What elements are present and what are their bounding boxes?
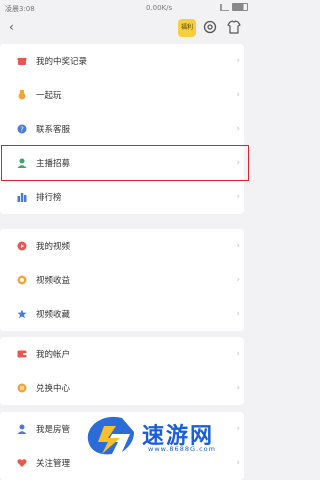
signal-icon xyxy=(220,3,229,11)
menu-item-label: 我的中奖记录 xyxy=(36,57,88,67)
welfare-badge-text: 福利 xyxy=(180,24,193,31)
menu-item-label: 视频收益 xyxy=(36,276,71,286)
chevron-right-icon: › xyxy=(236,309,240,319)
menu-item-label: 联系客服 xyxy=(36,125,71,135)
star-icon xyxy=(17,309,27,319)
menu-item-label: 我是房管 xyxy=(36,425,71,435)
menu-item-label: 视频收藏 xyxy=(36,310,71,320)
chevron-right-icon: › xyxy=(236,275,240,285)
watermark-url: www.8688G.com xyxy=(148,445,216,453)
watermark-logo-icon xyxy=(87,416,134,455)
svg-text:?: ? xyxy=(20,126,24,134)
status-time: 凌晨3:08 xyxy=(5,5,35,13)
menu-item-label: 主播招募 xyxy=(36,159,71,169)
medal-icon xyxy=(18,90,26,100)
menu-item-label: 关注管理 xyxy=(36,459,71,469)
chevron-right-icon: › xyxy=(236,124,240,134)
gift-icon xyxy=(17,58,27,65)
menu-item-win-records[interactable]: 我的中奖记录 › xyxy=(0,44,244,78)
user-icon xyxy=(17,158,27,168)
chevron-right-icon: › xyxy=(236,90,240,100)
menu-item-exchange-center[interactable]: 兑换中心 › xyxy=(0,371,244,405)
bar-chart-icon xyxy=(17,193,27,202)
menu-item-customer-service[interactable]: ? 联系客服 › xyxy=(0,112,244,146)
menu-item-label: 排行榜 xyxy=(36,193,62,203)
exchange-icon xyxy=(17,383,27,393)
chevron-right-icon: › xyxy=(236,158,240,168)
welfare-badge-icon[interactable]: 福利 xyxy=(178,19,196,37)
menu-item-streamer-recruit[interactable]: 主播招募 › xyxy=(0,146,244,180)
chevron-right-icon: › xyxy=(236,349,240,359)
section-videos: 我的视频 › 视频收益 › 视频收藏 › xyxy=(0,229,244,331)
back-icon[interactable]: ‹ xyxy=(9,20,14,34)
play-icon xyxy=(17,241,27,251)
wallet-icon xyxy=(17,350,27,358)
network-speed: 0.00K/s xyxy=(146,4,173,12)
status-icons xyxy=(220,3,248,11)
section-records: 我的中奖记录 › 一起玩 › ? 联系客服 › xyxy=(0,44,244,146)
shirt-icon[interactable] xyxy=(226,19,242,35)
menu-item-my-account[interactable]: 我的帐户 › xyxy=(0,337,244,371)
menu-item-label: 兑换中心 xyxy=(36,384,71,394)
menu-item-video-favorites[interactable]: 视频收藏 › xyxy=(0,297,244,331)
menu-item-label: 我的帐户 xyxy=(36,350,71,360)
top-bar: ‹ 福利 xyxy=(0,17,254,39)
menu-item-label: 一起玩 xyxy=(36,91,62,101)
battery-icon xyxy=(232,3,248,11)
menu-item-my-videos[interactable]: 我的视频 › xyxy=(0,229,244,263)
chevron-right-icon: › xyxy=(236,383,240,393)
chevron-right-icon: › xyxy=(236,56,240,66)
manager-icon xyxy=(17,424,27,434)
gear-icon[interactable] xyxy=(202,19,218,35)
heart-icon xyxy=(17,459,27,467)
chevron-right-icon: › xyxy=(236,241,240,251)
watermark: 速游网 www.8688G.com xyxy=(82,412,252,460)
menu-item-play-together[interactable]: 一起玩 › xyxy=(0,78,244,112)
chevron-right-icon: › xyxy=(236,192,240,202)
section-account: 我的帐户 › 兑换中心 › xyxy=(0,337,244,405)
menu-item-leaderboard[interactable]: 排行榜 › xyxy=(0,180,244,214)
menu-item-label: 我的视频 xyxy=(36,242,71,252)
menu-item-video-earnings[interactable]: 视频收益 › xyxy=(0,263,244,297)
status-bar: 凌晨3:08 0.00K/s xyxy=(0,0,254,17)
question-icon: ? xyxy=(17,124,27,134)
section-streamer: 主播招募 › 排行榜 › xyxy=(0,146,244,214)
coin-icon xyxy=(17,275,27,285)
